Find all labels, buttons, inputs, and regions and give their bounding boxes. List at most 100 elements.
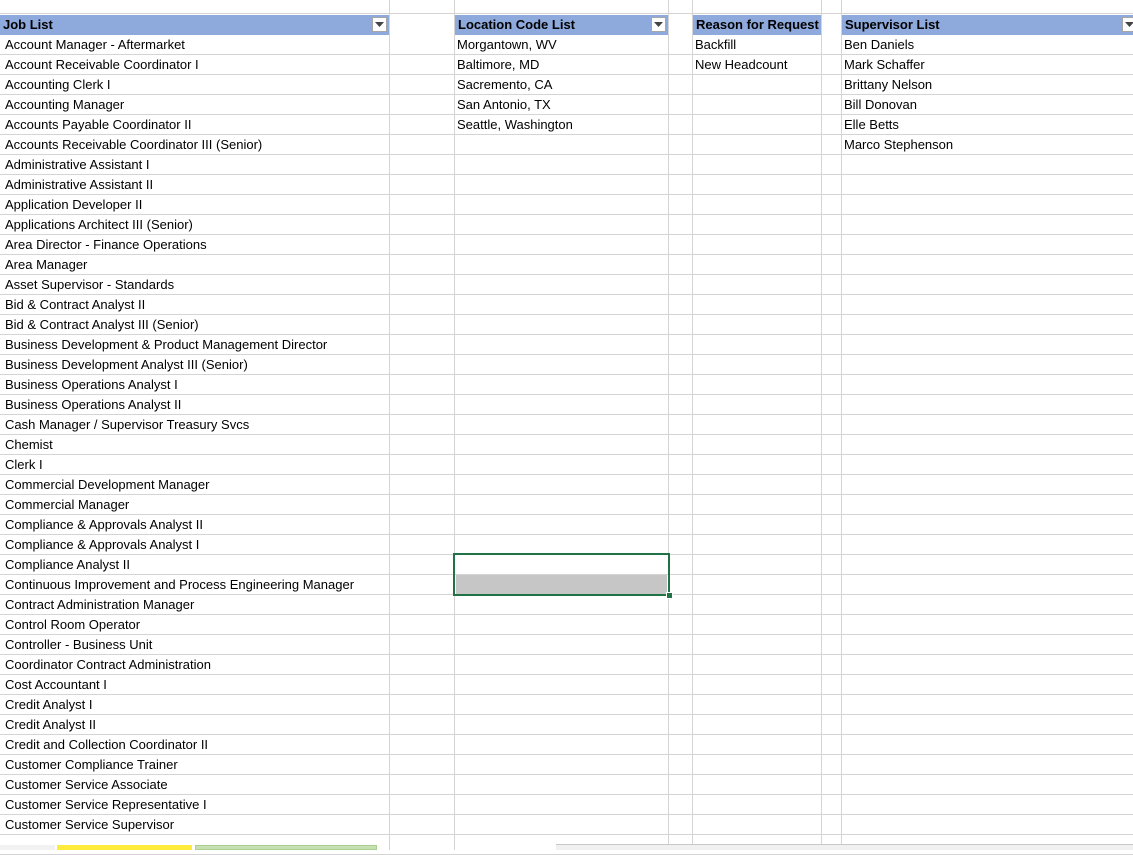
job-cell[interactable]: Business Development & Product Managemen… [0, 335, 327, 355]
location-cell[interactable]: Baltimore, MD [452, 55, 539, 75]
table-row: Chemist [0, 435, 1133, 455]
table-row: Applications Architect III (Senior) [0, 215, 1133, 235]
job-cell[interactable]: Commercial Manager [0, 495, 129, 515]
table-row: Credit Analyst II [0, 715, 1133, 735]
job-cell[interactable]: Bid & Contract Analyst II [0, 295, 145, 315]
job-cell[interactable]: Asset Supervisor - Standards [0, 275, 174, 295]
table-row: Cost Accountant I [0, 675, 1133, 695]
job-cell[interactable]: Business Operations Analyst I [0, 375, 178, 395]
table-row: Area Director - Finance Operations [0, 235, 1133, 255]
table-row: Business Operations Analyst I [0, 375, 1133, 395]
job-cell[interactable]: Administrative Assistant II [0, 175, 153, 195]
table-row: Accounting Clerk I Sacremento, CA Brittany… [0, 75, 1133, 95]
table-row: Customer Service Representative I [0, 795, 1133, 815]
dropdown-arrow-icon [375, 21, 384, 27]
job-cell[interactable]: Clerk I [0, 455, 43, 475]
reason-cell[interactable]: Backfill [690, 35, 736, 55]
job-cell[interactable]: Chemist [0, 435, 53, 455]
table-row: Control Room Operator [0, 615, 1133, 635]
job-list-filter-button[interactable] [372, 17, 387, 32]
table-row: Commercial Development Manager [0, 475, 1133, 495]
table-row: Controller - Business Unit [0, 635, 1133, 655]
dropdown-arrow-icon [1125, 21, 1133, 27]
location-code-list-header[interactable]: Location Code List [455, 15, 668, 35]
job-cell[interactable]: Commercial Development Manager [0, 475, 209, 495]
job-cell[interactable]: Customer Compliance Trainer [0, 755, 178, 775]
empty-top-row [0, 0, 1133, 14]
job-cell[interactable]: Business Operations Analyst II [0, 395, 181, 415]
job-cell[interactable]: Accounts Receivable Coordinator III (Sen… [0, 135, 262, 155]
job-cell[interactable]: Bid & Contract Analyst III (Senior) [0, 315, 199, 335]
job-cell[interactable]: Administrative Assistant I [0, 155, 150, 175]
job-cell[interactable]: Control Room Operator [0, 615, 140, 635]
job-cell[interactable]: Customer Service Supervisor [0, 815, 174, 835]
job-cell[interactable]: Credit Analyst II [0, 715, 96, 735]
job-cell[interactable]: Application Developer II [0, 195, 142, 215]
spreadsheet-grid[interactable]: Job List Location Code List Reason for R… [0, 0, 1133, 855]
job-cell[interactable]: Credit and Collection Coordinator II [0, 735, 208, 755]
job-cell[interactable]: Coordinator Contract Administration [0, 655, 211, 675]
reason-cell[interactable]: New Headcount [690, 55, 788, 75]
location-cell[interactable]: Sacremento, CA [452, 75, 552, 95]
job-cell[interactable]: Area Director - Finance Operations [0, 235, 207, 255]
supervisor-cell[interactable]: Bill Donovan [839, 95, 917, 115]
location-cell[interactable]: San Antonio, TX [452, 95, 551, 115]
table-row: Bid & Contract Analyst III (Senior) [0, 315, 1133, 335]
reason-for-request-header[interactable]: Reason for Request [693, 15, 821, 35]
job-cell[interactable]: Contract Administration Manager [0, 595, 194, 615]
job-cell[interactable]: Customer Service Associate [0, 775, 168, 795]
job-cell[interactable]: Accounting Clerk I [0, 75, 111, 95]
table-row: Bid & Contract Analyst II [0, 295, 1133, 315]
job-cell[interactable]: Compliance & Approvals Analyst I [0, 535, 199, 555]
fill-handle[interactable] [666, 592, 673, 599]
table-row: Clerk I [0, 455, 1133, 475]
job-cell[interactable]: Cash Manager / Supervisor Treasury Svcs [0, 415, 249, 435]
table-row: Cash Manager / Supervisor Treasury Svcs [0, 415, 1133, 435]
table-row: Credit and Collection Coordinator II [0, 735, 1133, 755]
table-row: Administrative Assistant I [0, 155, 1133, 175]
supervisor-list-filter-button[interactable] [1122, 17, 1133, 32]
job-cell[interactable]: Account Manager - Aftermarket [0, 35, 185, 55]
supervisor-cell[interactable]: Ben Daniels [839, 35, 914, 55]
location-cell[interactable]: Morgantown, WV [452, 35, 557, 55]
job-cell[interactable]: Account Receivable Coordinator I [0, 55, 199, 75]
table-row: Customer Service Associate [0, 775, 1133, 795]
table-row: Area Manager [0, 255, 1133, 275]
sheet-tab[interactable] [195, 845, 377, 850]
job-cell[interactable]: Controller - Business Unit [0, 635, 152, 655]
job-cell[interactable]: Area Manager [0, 255, 87, 275]
table-row: Commercial Manager [0, 495, 1133, 515]
job-cell[interactable]: Compliance & Approvals Analyst II [0, 515, 203, 535]
location-code-list-header-label: Location Code List [458, 17, 575, 32]
table-row: Accounts Receivable Coordinator III (Sen… [0, 135, 1133, 155]
job-cell[interactable]: Applications Architect III (Senior) [0, 215, 193, 235]
job-cell[interactable]: Compliance Analyst II [0, 555, 130, 575]
supervisor-cell[interactable]: Elle Betts [839, 115, 899, 135]
supervisor-cell[interactable]: Marco Stephenson [839, 135, 953, 155]
location-cell[interactable]: Seattle, Washington [452, 115, 573, 135]
job-cell[interactable]: Continuous Improvement and Process Engin… [0, 575, 354, 595]
cell-selection-outline[interactable] [453, 553, 670, 596]
reason-for-request-header-label: Reason for Request [696, 17, 819, 32]
job-cell[interactable]: Customer Service Representative I [0, 795, 207, 815]
table-row: Compliance & Approvals Analyst I [0, 535, 1133, 555]
table-row: Asset Supervisor - Standards [0, 275, 1133, 295]
job-cell[interactable]: Accounting Manager [0, 95, 124, 115]
job-list-header[interactable]: Job List [0, 15, 389, 35]
table-row: Accounts Payable Coordinator II Seattle, … [0, 115, 1133, 135]
sheet-tab-active[interactable] [57, 845, 192, 850]
supervisor-cell[interactable]: Brittany Nelson [839, 75, 932, 95]
job-cell[interactable]: Cost Accountant I [0, 675, 107, 695]
table-row: Account Manager - Aftermarket Morgantown,… [0, 35, 1133, 55]
location-code-list-filter-button[interactable] [651, 17, 666, 32]
supervisor-cell[interactable]: Mark Schaffer [839, 55, 925, 75]
job-cell[interactable]: Accounts Payable Coordinator II [0, 115, 191, 135]
table-row: Business Development Analyst III (Senior… [0, 355, 1133, 375]
supervisor-list-header-label: Supervisor List [845, 17, 940, 32]
sheet-tab[interactable] [0, 845, 55, 850]
horizontal-scrollbar[interactable] [556, 844, 1133, 850]
job-cell[interactable]: Business Development Analyst III (Senior… [0, 355, 248, 375]
table-row: Business Development & Product Managemen… [0, 335, 1133, 355]
job-cell[interactable]: Credit Analyst I [0, 695, 92, 715]
supervisor-list-header[interactable]: Supervisor List [842, 15, 1133, 35]
